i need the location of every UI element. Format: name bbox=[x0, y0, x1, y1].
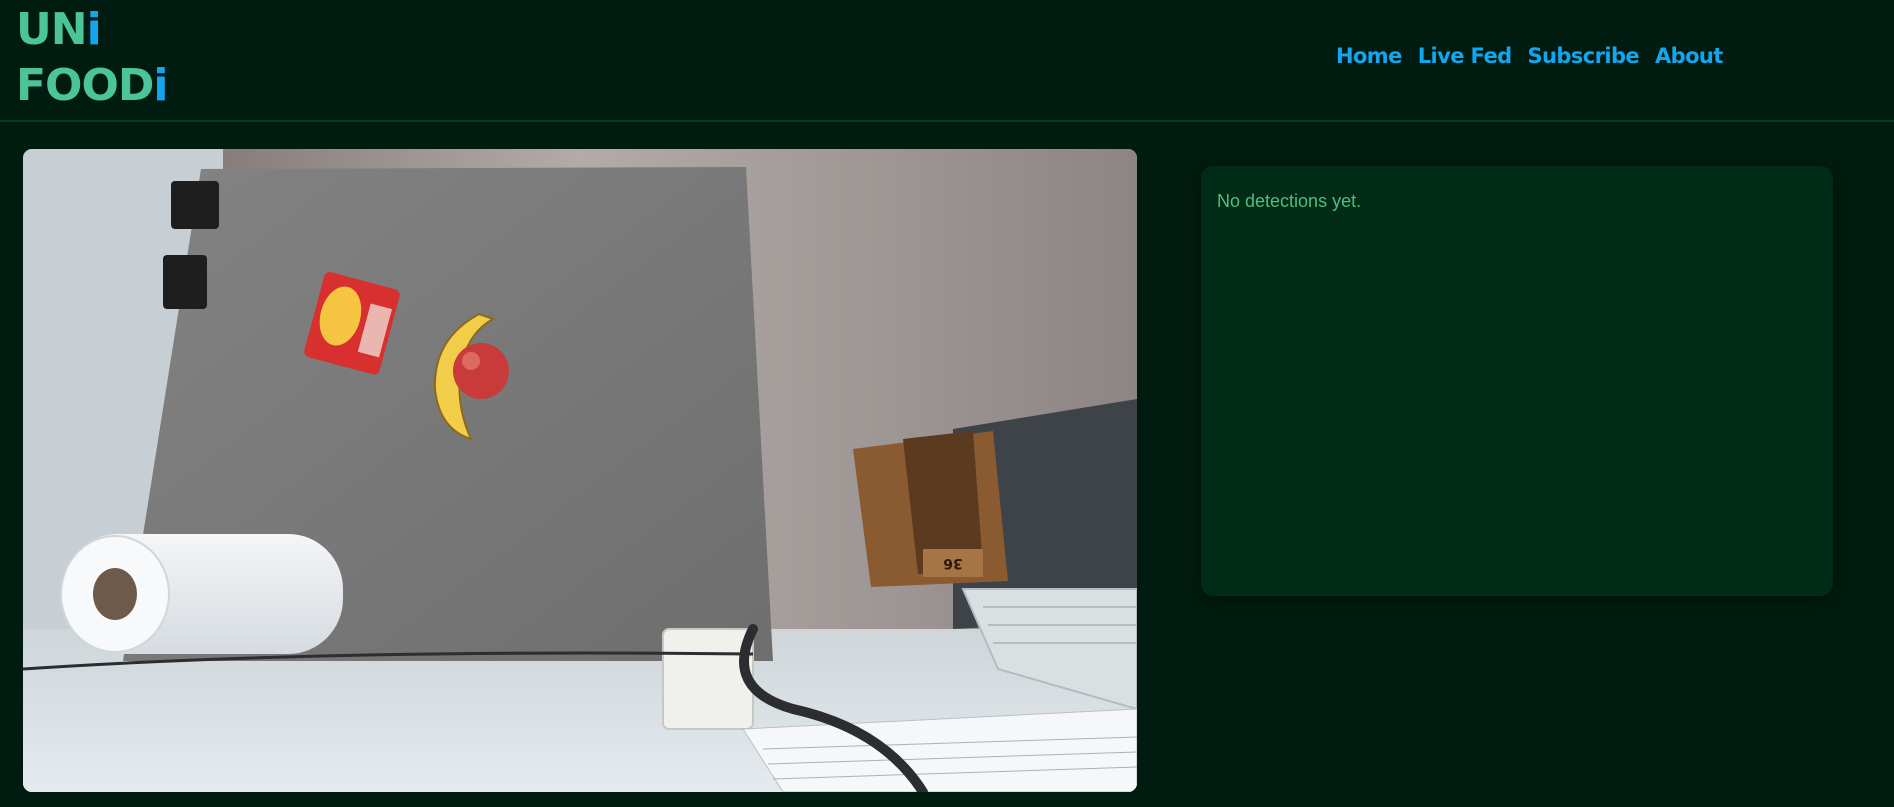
camera-frame: 36 bbox=[23, 149, 1137, 792]
nav-about-link[interactable]: About bbox=[1655, 44, 1723, 68]
power-adapter bbox=[171, 181, 219, 229]
detections-panel: No detections yet. bbox=[1201, 166, 1833, 596]
apple bbox=[453, 343, 509, 399]
power-adapter bbox=[163, 255, 207, 309]
logo-line-2: FOODi bbox=[16, 60, 168, 111]
nav-live-feed-link[interactable]: Live Fed bbox=[1418, 44, 1512, 68]
nav-subscribe-link[interactable]: Subscribe bbox=[1528, 44, 1640, 68]
main-nav: Home Live Fed Subscribe About bbox=[1336, 44, 1723, 68]
paper-towel-roll bbox=[60, 534, 343, 654]
site-header: UNi FOODi Home Live Fed Subscribe About bbox=[0, 0, 1894, 122]
live-camera-feed: 36 bbox=[23, 149, 1137, 792]
nav-home-link[interactable]: Home bbox=[1336, 44, 1402, 68]
site-logo[interactable]: UNi FOODi bbox=[16, 2, 168, 114]
box-label: 36 bbox=[943, 555, 962, 571]
small-device bbox=[662, 628, 754, 730]
detections-empty-message: No detections yet. bbox=[1217, 191, 1362, 211]
logo-line-1: UNi bbox=[16, 4, 102, 55]
